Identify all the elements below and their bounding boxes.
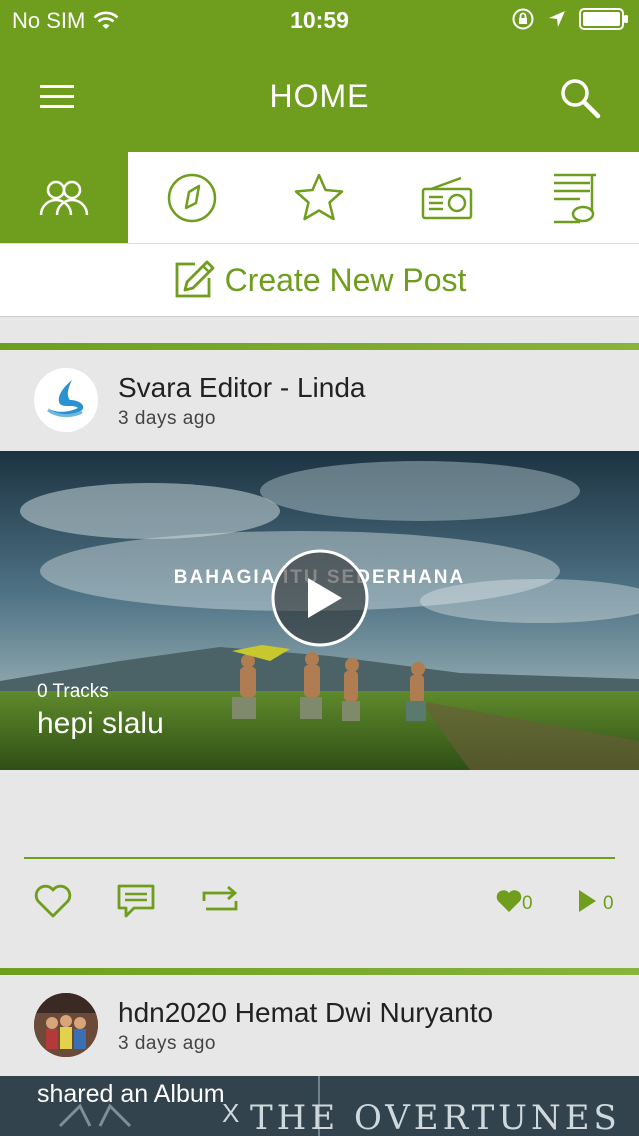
post-card: hdn2020 Hemat Dwi Nuryanto 3 days ago X …: [0, 968, 639, 1136]
shared-label: shared an Album: [37, 1080, 225, 1108]
battery-icon: [579, 8, 628, 30]
media-title: hepi slalu: [37, 707, 164, 740]
tab-discover[interactable]: [128, 152, 256, 243]
user-photo-icon: [34, 993, 98, 1057]
play-icon: [271, 549, 369, 647]
comment-icon[interactable]: [116, 883, 156, 919]
tab-playlist[interactable]: [511, 152, 639, 243]
tab-radio[interactable]: [383, 152, 511, 243]
plays-count-icon: [579, 890, 596, 912]
post-accent-bar: [0, 343, 639, 350]
rotation-lock-icon: [512, 8, 534, 30]
post-divider: [24, 857, 615, 859]
plays-count: 0: [603, 893, 614, 914]
compass-icon: [167, 173, 216, 222]
community-icon: [39, 180, 89, 215]
repost-icon[interactable]: [200, 883, 240, 919]
likes-count-icon: [496, 890, 522, 912]
track-count: 0 Tracks: [37, 681, 109, 702]
nav-bar: HOME: [0, 42, 639, 152]
post-accent-bar: [0, 968, 639, 975]
status-right: [511, 7, 629, 31]
radio-icon: [422, 176, 473, 219]
banner-text: THE OVERTUNES: [250, 1098, 621, 1136]
post-author[interactable]: Svara Editor - Linda: [118, 372, 365, 404]
tab-community[interactable]: [0, 152, 128, 243]
post-author[interactable]: hdn2020 Hemat Dwi Nuryanto: [118, 997, 493, 1029]
star-icon: [295, 173, 344, 220]
play-button[interactable]: [270, 548, 370, 653]
search-button[interactable]: [558, 76, 602, 120]
top-bar: No SIM 10:59 HOME: [0, 0, 639, 152]
search-icon: [561, 79, 601, 119]
location-arrow-icon: [549, 11, 565, 27]
playlist-icon: [554, 173, 597, 223]
likes-count: 0: [522, 893, 533, 914]
post-card: Svara Editor - Linda 3 days ago BAHAGIA …: [0, 343, 639, 968]
status-bar: No SIM 10:59: [0, 0, 639, 42]
post-time: 3 days ago: [118, 1033, 216, 1054]
create-post-label: Create New Post: [224, 261, 467, 298]
post-header: Svara Editor - Linda 3 days ago: [0, 350, 639, 451]
post-actions: 0 0: [0, 883, 639, 943]
tab-bar: [0, 152, 639, 243]
like-icon[interactable]: [34, 883, 72, 919]
page-title: HOME: [269, 78, 370, 114]
avatar[interactable]: [34, 368, 98, 432]
tab-favorites[interactable]: [256, 152, 384, 243]
avatar[interactable]: [34, 993, 98, 1057]
post-time: 3 days ago: [118, 408, 216, 429]
edit-icon: [175, 260, 214, 298]
post-header: hdn2020 Hemat Dwi Nuryanto 3 days ago: [0, 975, 639, 1076]
svara-logo-icon: [34, 368, 98, 432]
create-post-button[interactable]: Create New Post: [0, 243, 639, 317]
